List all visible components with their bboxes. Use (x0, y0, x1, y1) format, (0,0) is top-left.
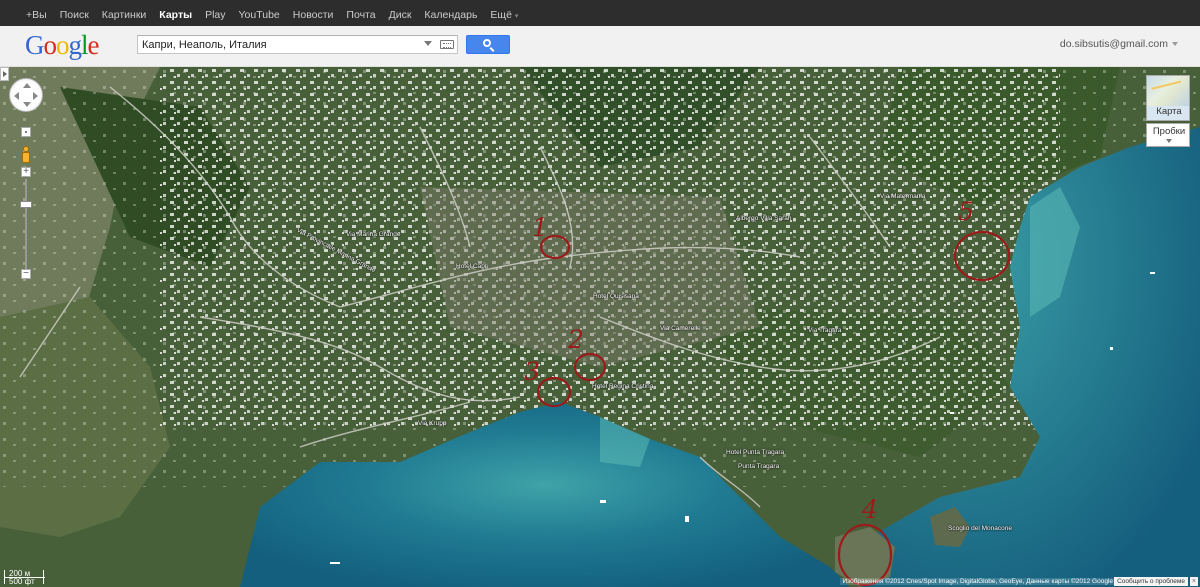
search-input[interactable] (138, 36, 423, 53)
nav-maps[interactable]: Карты (159, 9, 192, 21)
scale-imperial: 500 фт (9, 577, 35, 586)
search-box (137, 35, 458, 54)
nav-more[interactable]: Ещё ▾ (490, 9, 518, 21)
map-type-label: Карта (1156, 106, 1182, 117)
my-location-button[interactable] (21, 127, 31, 137)
satellite-imagery (0, 67, 1200, 587)
zoom-in-button[interactable]: + (21, 167, 31, 177)
label-via-camerelle[interactable]: Via Camerelle (660, 325, 701, 332)
annotation-number-2: 2 (568, 325, 584, 354)
scale-metric: 200 м (9, 569, 31, 578)
google-logo[interactable]: Google (25, 30, 99, 60)
nav-drive[interactable]: Диск (389, 9, 412, 21)
google-bar: +Вы Поиск Картинки Карты Play YouTube Но… (0, 0, 1200, 26)
search-dropdown-icon[interactable] (424, 41, 432, 46)
nav-more-label: Ещё (490, 8, 512, 21)
nav-search[interactable]: Поиск (60, 9, 89, 21)
nav-images[interactable]: Картинки (102, 9, 147, 21)
scale-bar: 200 м 500 фт (4, 569, 45, 586)
copyright-text: Изображения ©2012 Cnes/Spot Image, Digit… (839, 578, 1116, 585)
label-hotel-capri[interactable]: Hotel Capri (456, 263, 489, 270)
close-icon[interactable]: × (1189, 577, 1198, 586)
sidebar-toggle-button[interactable] (0, 67, 9, 81)
label-hotel-punta-tragara[interactable]: Hotel Punta Tragara (726, 449, 784, 456)
annotation-number-3: 3 (524, 357, 540, 386)
chevron-down-icon (1172, 42, 1178, 47)
traffic-label: Пробки (1152, 126, 1186, 137)
pan-up-icon[interactable] (23, 83, 31, 88)
map-type-toggle[interactable]: Карта (1146, 75, 1190, 121)
pan-right-icon[interactable] (33, 92, 38, 100)
pegman-icon[interactable] (19, 146, 33, 168)
satellite-map[interactable]: Hotel Capri Hotel Quisisana Hotel Regina… (0, 67, 1200, 587)
label-hotel-quisisana[interactable]: Hotel Quisisana (593, 293, 639, 300)
traffic-layer-button[interactable]: Пробки (1146, 123, 1190, 147)
nav-news[interactable]: Новости (293, 9, 334, 21)
nav-plus-you[interactable]: +Вы (26, 9, 47, 21)
chevron-down-icon (1166, 139, 1172, 143)
label-albergo-villa-sarah[interactable]: Albergo Villa Sarah (736, 215, 792, 222)
label-via-tragara[interactable]: Via Tragara (808, 327, 841, 334)
map-thumbnail (1147, 76, 1189, 106)
chevron-down-icon: ▾ (514, 12, 519, 20)
annotation-number-4: 4 (862, 495, 878, 524)
annotation-number-5: 5 (958, 197, 974, 226)
nav-mail[interactable]: Почта (346, 9, 375, 21)
nav-calendar[interactable]: Календарь (424, 9, 477, 21)
zoom-out-button[interactable]: − (21, 269, 31, 279)
account-menu[interactable]: do.sibsutis@gmail.com (1060, 38, 1178, 50)
pan-left-icon[interactable] (14, 92, 19, 100)
search-icon (483, 39, 491, 47)
zoom-slider-handle[interactable] (20, 201, 32, 208)
label-via-matermania[interactable]: Via Matermania (880, 193, 925, 200)
pegman-body (22, 152, 30, 163)
annotation-number-1: 1 (532, 213, 548, 242)
nav-play[interactable]: Play (205, 9, 225, 21)
account-email: do.sibsutis@gmail.com (1059, 38, 1168, 50)
label-scoglio-monacone[interactable]: Scoglio del Monacone (948, 525, 1012, 532)
zoom-slider-track[interactable] (25, 179, 27, 269)
label-hotel-regina-cristina[interactable]: Hotel Regina Cristina (592, 383, 653, 390)
nav-youtube[interactable]: YouTube (239, 9, 280, 21)
keyboard-icon[interactable] (440, 40, 454, 49)
label-via-krupp[interactable]: Via Krupp (418, 420, 446, 427)
label-via-marina-grande[interactable]: Via Marina Grande (346, 231, 400, 238)
pan-control[interactable] (9, 78, 43, 112)
report-problem-link[interactable]: Сообщить о проблеме (1114, 577, 1188, 586)
search-button[interactable] (466, 35, 510, 54)
label-punta-tragara[interactable]: Punta Tragara (738, 463, 779, 470)
map-scale: 200 м 500 фт (4, 569, 45, 586)
pan-down-icon[interactable] (23, 102, 31, 107)
header: Google do.sibsutis@gmail.com (0, 26, 1200, 67)
